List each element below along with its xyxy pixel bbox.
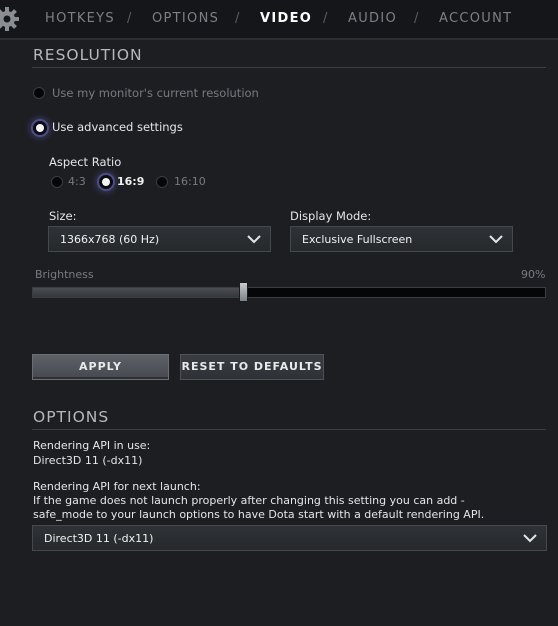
rendering-api-in-use-label: Rendering API in use:	[33, 439, 151, 452]
tab-hotkeys[interactable]: HOTKEYS	[45, 11, 115, 26]
aspect-16-9-radio[interactable]	[99, 175, 113, 189]
aspect-16-10-label[interactable]: 16:10	[174, 175, 206, 188]
brightness-value: 90%	[521, 268, 546, 281]
display-mode-dropdown-value: Exclusive Fullscreen	[302, 233, 413, 246]
rendering-api-note-line1: If the game does not launch properly aft…	[33, 494, 465, 507]
brightness-slider[interactable]	[32, 287, 546, 298]
section-divider	[32, 429, 546, 430]
brightness-slider-thumb[interactable]	[239, 282, 248, 302]
size-label: Size:	[49, 209, 77, 223]
aspect-16-9-label[interactable]: 16:9	[117, 175, 144, 188]
display-mode-dropdown[interactable]: Exclusive Fullscreen	[290, 226, 513, 252]
monitor-resolution-radio[interactable]	[33, 87, 45, 99]
aspect-16-10-radio[interactable]	[156, 176, 168, 188]
size-dropdown-value: 1366x768 (60 Hz)	[60, 233, 160, 246]
tab-separator: /	[414, 11, 419, 26]
chevron-down-icon	[523, 534, 537, 543]
tab-video[interactable]: VIDEO	[260, 11, 312, 26]
options-section-title: OPTIONS	[33, 408, 110, 426]
reset-to-defaults-button[interactable]: RESET TO DEFAULTS	[180, 354, 324, 380]
rendering-api-in-use-value: Direct3D 11 (-dx11)	[33, 454, 143, 467]
monitor-resolution-label[interactable]: Use my monitor's current resolution	[52, 86, 259, 100]
resolution-section-title: RESOLUTION	[33, 46, 143, 64]
chevron-down-icon	[247, 235, 261, 244]
rendering-api-dropdown[interactable]: Direct3D 11 (-dx11)	[32, 525, 547, 551]
aspect-ratio-label: Aspect Ratio	[49, 155, 122, 169]
settings-tab-bar: HOTKEYS / OPTIONS / VIDEO / AUDIO / ACCO…	[0, 0, 558, 38]
tab-separator: /	[323, 11, 328, 26]
section-divider	[32, 67, 546, 68]
rendering-api-next-label: Rendering API for next launch:	[33, 480, 201, 493]
tab-bar-divider	[0, 38, 558, 40]
tab-separator: /	[235, 11, 240, 26]
gear-icon[interactable]	[0, 6, 20, 32]
tab-account[interactable]: ACCOUNT	[439, 11, 512, 26]
apply-button[interactable]: APPLY	[32, 354, 169, 380]
aspect-4-3-radio[interactable]	[51, 176, 63, 188]
rendering-api-note-line2: safe_mode to your launch options to have…	[33, 508, 485, 521]
brightness-slider-fill	[33, 288, 244, 297]
aspect-4-3-label[interactable]: 4:3	[68, 175, 86, 188]
display-mode-label: Display Mode:	[290, 209, 372, 223]
chevron-down-icon	[489, 235, 503, 244]
advanced-settings-label[interactable]: Use advanced settings	[52, 120, 183, 134]
tab-options[interactable]: OPTIONS	[152, 11, 219, 26]
tab-audio[interactable]: AUDIO	[348, 11, 397, 26]
tab-separator: /	[127, 11, 132, 26]
advanced-settings-radio[interactable]	[33, 121, 47, 135]
rendering-api-dropdown-value: Direct3D 11 (-dx11)	[44, 532, 154, 545]
size-dropdown[interactable]: 1366x768 (60 Hz)	[48, 226, 271, 252]
brightness-label: Brightness	[35, 268, 94, 281]
